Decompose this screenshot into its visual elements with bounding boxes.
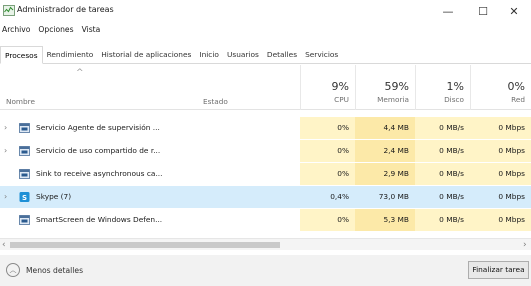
network-column-label: Red	[511, 95, 525, 104]
expand-chevron-icon[interactable]: ›	[4, 117, 7, 139]
process-row-selected[interactable]: › S Skype (7) 0,4% 73,0 MB 0 MB/s 0 Mbps	[0, 186, 531, 208]
cpu-total-percent: 9%	[331, 80, 349, 93]
process-disk: 0 MB/s	[415, 163, 470, 185]
process-memory: 2,9 MB	[355, 163, 415, 185]
process-cpu: 0%	[300, 163, 355, 185]
process-name: Sink to receive asynchronous ca...	[36, 169, 163, 178]
service-window-icon	[19, 146, 30, 156]
horizontal-scrollbar[interactable]: ‹ ›	[0, 238, 531, 250]
process-memory: 2,4 MB	[355, 140, 415, 162]
process-name: Servicio de uso compartido de r...	[36, 146, 161, 155]
less-details-label[interactable]: Menos detalles	[26, 266, 83, 275]
column-header-memory[interactable]: 59% Memoria	[355, 65, 415, 110]
column-header-cpu[interactable]: 9% CPU	[300, 65, 355, 110]
tab-inicio[interactable]: Inicio	[195, 47, 223, 63]
close-button[interactable]: ✕	[497, 0, 531, 22]
process-name: SmartScreen de Windows Defen...	[36, 215, 163, 224]
service-window-icon	[19, 123, 30, 133]
process-memory: 5,3 MB	[355, 209, 415, 231]
tab-servicios[interactable]: Servicios	[301, 47, 342, 63]
sort-indicator-icon[interactable]: ^	[76, 68, 84, 78]
process-name: Servicio Agente de supervisión ...	[36, 123, 160, 132]
close-icon: ✕	[509, 4, 519, 18]
expand-chevron-icon[interactable]: ›	[4, 140, 7, 162]
column-header-network[interactable]: 0% Red	[470, 65, 531, 110]
tab-usuarios[interactable]: Usuarios	[223, 47, 263, 63]
process-cpu: 0%	[300, 209, 355, 231]
service-window-icon	[19, 169, 30, 179]
table-header: ^ Nombre Estado 9% CPU 59% Memoria 1% Di…	[0, 65, 531, 110]
scrollbar-thumb[interactable]	[10, 242, 280, 248]
end-task-button[interactable]: Finalizar tarea	[468, 261, 529, 279]
disk-column-label: Disco	[444, 95, 464, 104]
minimize-button[interactable]: —	[431, 0, 465, 22]
process-disk: 0 MB/s	[415, 117, 470, 139]
menu-archivo[interactable]: Archivo	[0, 23, 34, 37]
column-header-name[interactable]: Nombre	[6, 97, 35, 106]
service-window-icon	[19, 215, 30, 225]
process-row[interactable]: › Servicio Agente de supervisión ... 0% …	[0, 117, 531, 139]
process-network: 0 Mbps	[470, 186, 531, 208]
process-memory: 73,0 MB	[355, 186, 415, 208]
disk-total-percent: 1%	[446, 80, 464, 93]
window-title: Administrador de tareas	[17, 5, 114, 14]
menu-bar: Archivo Opciones Vista	[0, 23, 104, 37]
process-network: 0 Mbps	[470, 140, 531, 162]
skype-icon: S	[19, 192, 30, 202]
task-manager-icon	[3, 5, 15, 16]
menu-opciones[interactable]: Opciones	[34, 23, 77, 37]
process-table: ^ Nombre Estado 9% CPU 59% Memoria 1% Di…	[0, 65, 531, 235]
tab-historial[interactable]: Historial de aplicaciones	[97, 47, 195, 63]
cpu-column-label: CPU	[334, 95, 349, 104]
process-row[interactable]: SmartScreen de Windows Defen... 0% 5,3 M…	[0, 209, 531, 231]
chevron-up-icon[interactable]: ︿	[6, 263, 20, 277]
process-cpu: 0%	[300, 117, 355, 139]
minimize-icon: —	[442, 4, 454, 18]
network-total-percent: 0%	[507, 80, 525, 93]
svg-text:S: S	[22, 194, 27, 202]
process-row[interactable]: › Servicio de uso compartido de r... 0% …	[0, 140, 531, 162]
expand-chevron-icon[interactable]: ›	[4, 186, 7, 208]
column-header-disk[interactable]: 1% Disco	[415, 65, 470, 110]
process-row[interactable]: Sink to receive asynchronous ca... 0% 2,…	[0, 163, 531, 185]
process-cpu: 0,4%	[300, 186, 355, 208]
process-disk: 0 MB/s	[415, 140, 470, 162]
column-header-status[interactable]: Estado	[203, 97, 228, 106]
title-bar: Administrador de tareas — ☐ ✕	[0, 0, 531, 22]
process-disk: 0 MB/s	[415, 209, 470, 231]
process-network: 0 Mbps	[470, 117, 531, 139]
menu-vista[interactable]: Vista	[78, 23, 105, 37]
process-disk: 0 MB/s	[415, 186, 470, 208]
process-cpu: 0%	[300, 140, 355, 162]
tab-strip: Procesos Rendimiento Historial de aplica…	[0, 44, 531, 64]
maximize-button[interactable]: ☐	[466, 0, 500, 22]
memory-total-percent: 59%	[384, 80, 409, 93]
maximize-icon: ☐	[478, 4, 488, 18]
process-network: 0 Mbps	[470, 209, 531, 231]
tab-detalles[interactable]: Detalles	[263, 47, 301, 63]
memory-column-label: Memoria	[377, 95, 409, 104]
process-name: Skype (7)	[36, 192, 72, 201]
tab-procesos[interactable]: Procesos	[0, 46, 43, 64]
process-network: 0 Mbps	[470, 163, 531, 185]
less-details-toggle[interactable]: ︿ Menos detalles	[6, 263, 83, 277]
footer-bar: ︿ Menos detalles Finalizar tarea	[0, 255, 531, 286]
tab-rendimiento[interactable]: Rendimiento	[43, 47, 98, 63]
process-memory: 4,4 MB	[355, 117, 415, 139]
scroll-left-icon[interactable]: ‹	[2, 239, 6, 251]
scroll-right-icon[interactable]: ›	[523, 239, 527, 251]
